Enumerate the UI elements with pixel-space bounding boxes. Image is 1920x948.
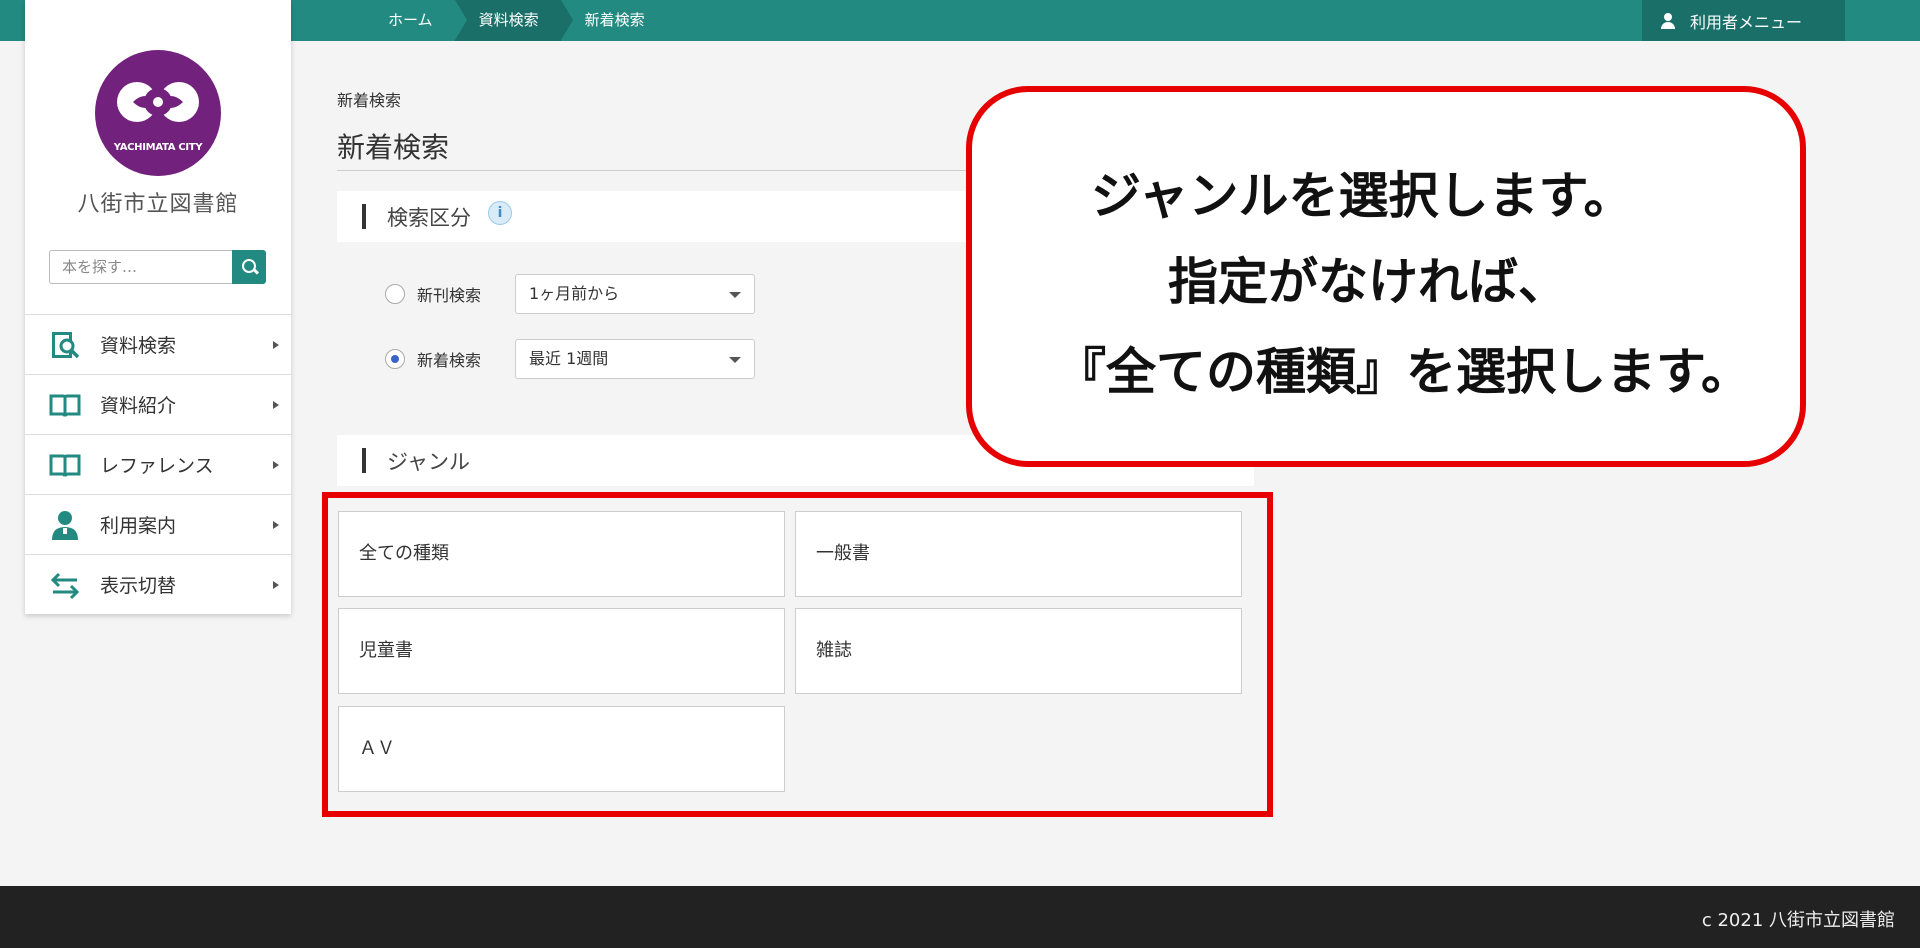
- sidebar-item-label: 表示切替: [100, 575, 177, 597]
- callout-line-3: 『全ての種類』を選択します。: [1056, 343, 1751, 401]
- chevron-right-icon: [273, 340, 279, 349]
- new-arrival-search-row: 新着検索 最近 1週間: [385, 339, 755, 379]
- caret-down-icon: [729, 357, 741, 363]
- breadcrumb-home[interactable]: ホーム: [364, 0, 467, 41]
- open-book-icon: [49, 454, 81, 477]
- radio-label: 新刊検索: [417, 286, 482, 305]
- sidebar-item-usage-guide[interactable]: 利用案内: [25, 494, 291, 554]
- sidebar-nav: 資料検索 資料紹介 レファレンス 利用案内 表示切替: [25, 314, 291, 614]
- new-arrival-period-select[interactable]: 最近 1週間: [515, 339, 755, 379]
- breadcrumb: ホーム 資料検索 新着検索: [364, 0, 667, 41]
- library-logo[interactable]: YACHIMATA CITY: [95, 50, 221, 176]
- annotation-callout: ジャンルを選択します。 指定がなければ、 『全ての種類』を選択します。: [966, 86, 1806, 467]
- sidebar-item-material-search[interactable]: 資料検索: [25, 314, 291, 374]
- chevron-right-icon: [273, 400, 279, 409]
- callout-line-2: 指定がなければ、: [1168, 253, 1568, 311]
- search-input[interactable]: [49, 250, 232, 284]
- section-bar: [362, 448, 366, 473]
- new-arrival-radio[interactable]: [385, 349, 405, 369]
- footer: c 2021 八街市立図書館: [0, 886, 1920, 948]
- new-publication-search-row: 新刊検索 1ヶ月前から: [385, 274, 755, 314]
- librarian-icon: [52, 511, 78, 540]
- user-icon: [1660, 12, 1676, 29]
- select-value: 最近 1週間: [529, 349, 609, 368]
- sidebar-search: [49, 250, 266, 284]
- section-label: ジャンル: [387, 450, 470, 474]
- logo-text: YACHIMATA CITY: [113, 142, 203, 153]
- sidebar: YACHIMATA CITY 八街市立図書館 資料検索 資料紹介: [25, 0, 291, 614]
- radio-label: 新着検索: [417, 351, 482, 370]
- open-book-icon: [49, 394, 81, 417]
- user-menu-label: 利用者メニュー: [1690, 12, 1803, 32]
- section-label: 検索区分: [387, 206, 471, 230]
- section-bar: [362, 204, 366, 229]
- book-search-icon: [52, 332, 80, 359]
- breadcrumb-new-arrivals: 新着検索: [584, 11, 645, 29]
- info-icon[interactable]: i: [488, 201, 512, 225]
- chevron-right-icon: [273, 580, 279, 589]
- copyright-text: c 2021 八街市立図書館: [1701, 910, 1895, 931]
- sidebar-item-label: 資料検索: [100, 335, 177, 357]
- caret-down-icon: [729, 292, 741, 298]
- breadcrumb-material-search[interactable]: 資料検索: [454, 0, 573, 41]
- select-value: 1ヶ月前から: [529, 284, 620, 303]
- callout-line-1: ジャンルを選択します。: [1091, 167, 1634, 225]
- user-menu-button[interactable]: 利用者メニュー: [1642, 0, 1845, 41]
- sidebar-item-material-introduction[interactable]: 資料紹介: [25, 374, 291, 434]
- switch-arrows-icon: [50, 572, 80, 600]
- library-name: 八街市立図書館: [77, 192, 239, 217]
- sidebar-item-reference[interactable]: レファレンス: [25, 434, 291, 494]
- chevron-right-icon: [273, 460, 279, 469]
- sub-title: 新着検索: [337, 91, 402, 110]
- sidebar-item-label: レファレンス: [100, 455, 214, 477]
- sidebar-item-label: 資料紹介: [100, 395, 177, 417]
- new-publication-period-select[interactable]: 1ヶ月前から: [515, 274, 755, 314]
- sidebar-item-display-switch[interactable]: 表示切替: [25, 554, 291, 614]
- genre-highlight-frame: [322, 492, 1273, 817]
- logo-mark-icon: [117, 82, 199, 122]
- page-title: 新着検索: [337, 131, 450, 164]
- search-button[interactable]: [232, 250, 266, 284]
- chevron-right-icon: [273, 520, 279, 529]
- new-publication-radio[interactable]: [385, 284, 405, 304]
- sidebar-item-label: 利用案内: [100, 515, 177, 537]
